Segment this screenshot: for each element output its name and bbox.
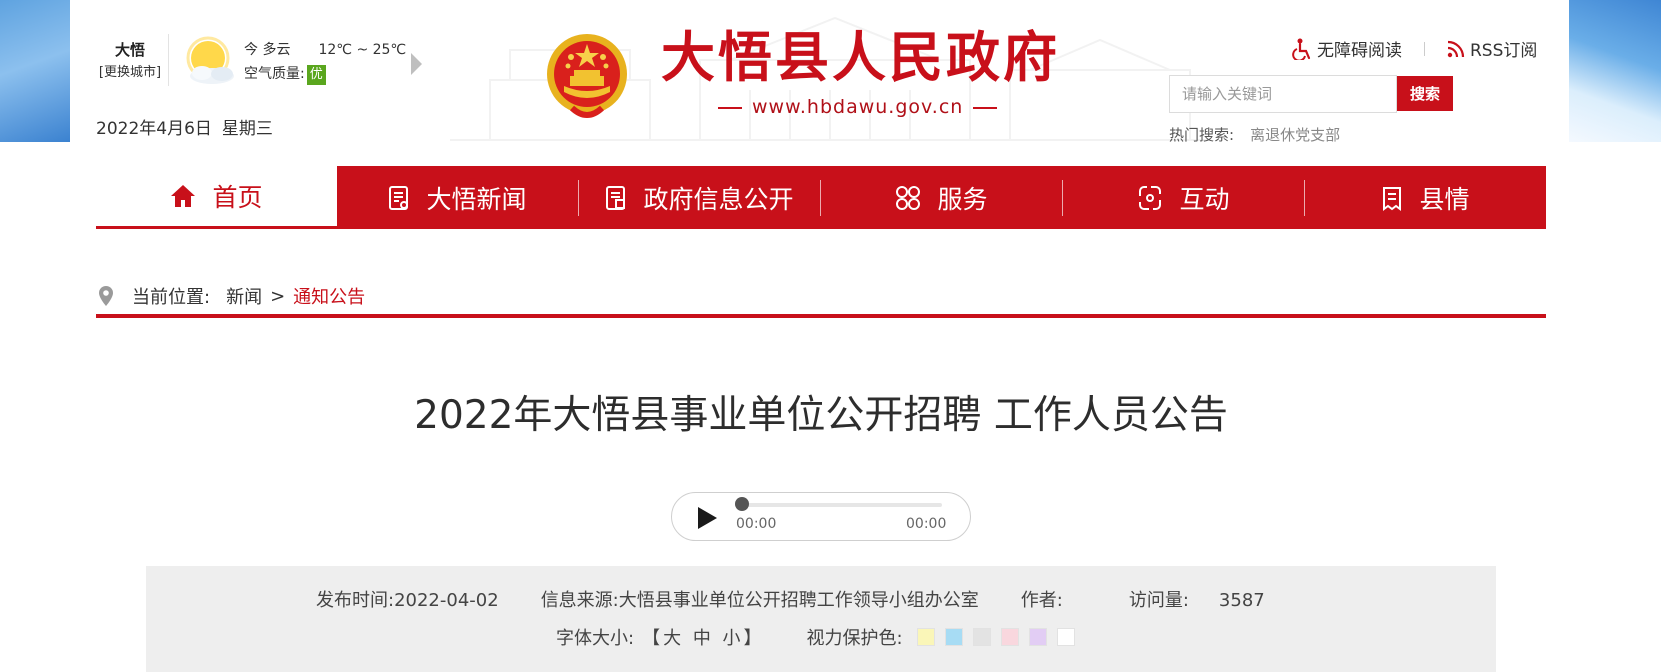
audio-current-time: 00:00 [736,516,777,532]
temperature-range: 12℃ ~ 25℃ [318,42,407,58]
author-label: 作者: [1020,590,1063,611]
eye-care-swatch-purple[interactable] [1028,628,1047,646]
site-title: 大悟县人民政府 [661,25,1060,89]
accessibility-label: 无障碍阅读 [1317,41,1402,61]
source-value: 大悟县事业单位公开招聘工作领导小组办公室 [618,590,979,611]
font-size-options: 【大 中 小】 [642,624,764,650]
search-button[interactable]: 搜索 [1397,76,1453,111]
nav-item-service[interactable]: 服务 [821,166,1062,229]
nav-item-home[interactable]: 首页 [96,166,337,229]
air-quality-label: 空气质量: [244,66,305,82]
weather-condition: 今 多云 [244,42,291,58]
meta-info-row: 发布时间:2022-04-02 信息来源:大悟县事业单位公开招聘工作领导小组办公室… [316,586,1265,612]
font-size-large[interactable]: 大 [663,628,684,649]
city-name: 大悟 [114,41,145,59]
top-links-divider [1424,41,1425,56]
font-size-small[interactable]: 小 [723,628,744,649]
article-title: 2022年大悟县事业单位公开招聘 工作人员公告 [414,393,1228,438]
eye-care-swatch-gray[interactable] [972,628,991,646]
rss-label: RSS订阅 [1470,41,1538,61]
breadcrumb-label: 当前位置: [132,287,211,308]
weekday-text: 星期三 [221,119,273,139]
views-label: 访问量: [1128,590,1189,611]
play-icon[interactable] [696,506,718,530]
audio-player: 00:00 00:00 [671,492,971,541]
site-header: 大悟 [更换城市] 今 多云 12℃ ~ 25℃ 空气质量: 优 2022年4月6日… [70,0,1569,142]
air-quality-badge: 优 [306,65,326,85]
hot-search-item[interactable]: 离退休党支部 [1250,126,1340,144]
nav-label-interaction: 互动 [1179,184,1230,214]
county-info-icon [1383,186,1402,211]
nav-label-home: 首页 [212,183,263,212]
interaction-icon [1139,185,1162,210]
audio-progress-track[interactable] [742,503,942,507]
nav-label-service: 服务 [937,184,988,214]
breadcrumb: 当前位置: 新闻 > 通知公告 [96,280,1546,318]
views-count: 3587 [1218,590,1265,611]
nav-item-interaction[interactable]: 互动 [1063,166,1304,229]
font-size-bracket-close: 】 [743,628,765,649]
font-size-medium[interactable]: 中 [693,628,714,649]
eye-care-label: 视力保护色: [806,628,903,649]
nav-item-county-info[interactable]: 县情 [1305,166,1546,229]
breadcrumb-separator: > [270,285,286,307]
accessibility-link[interactable]: 无障碍阅读 [1292,36,1402,61]
search-input[interactable] [1170,76,1396,112]
site-url: www.hbdawu.gov.cn [708,96,1007,118]
nav-label-county-info: 县情 [1419,184,1470,214]
date-text: 2022年4月6日 [96,119,212,139]
nav-item-gov-info[interactable]: 政府信息公开 [579,166,820,229]
font-size-bracket-open: 【 [642,628,664,649]
nav-label-gov-info: 政府信息公开 [643,184,794,214]
breadcrumb-item-news[interactable]: 新闻 [226,283,262,309]
source-label: 信息来源: [540,590,619,611]
breadcrumb-item-notice[interactable]: 通知公告 [293,283,365,309]
change-city-link[interactable]: [更换城市] [94,63,166,83]
hot-search: 热门搜索: 离退休党支部 [1169,124,1340,145]
wheelchair-icon [1292,38,1311,60]
audio-progress-knob[interactable] [735,497,749,511]
sky-decoration-right [1569,0,1661,142]
reading-options-row: 字体大小: 【大 中 小】 视力保护色: [556,624,1085,650]
home-icon [171,185,196,207]
city-widget: 大悟 [更换城市] [94,40,166,83]
rss-link[interactable]: RSS订阅 [1447,36,1537,61]
eye-care-swatch-yellow[interactable] [916,628,935,646]
service-grid-icon [896,185,921,210]
rss-icon [1447,40,1465,57]
sky-decoration-left [0,0,70,142]
publish-date: 2022-04-02 [394,590,499,611]
nav-label-news: 大悟新闻 [426,184,527,214]
search-box [1169,75,1397,113]
top-links: 无障碍阅读 RSS订阅 [1292,36,1537,61]
eye-care-swatch-pink[interactable] [1000,628,1019,646]
current-date: 2022年4月6日 星期三 [96,114,273,139]
publish-label: 发布时间: [316,590,395,611]
weather-next-arrow-icon[interactable] [411,53,422,75]
location-pin-icon [99,286,113,306]
partly-cloudy-icon [186,36,234,84]
audio-duration: 00:00 [906,516,947,532]
national-emblem-icon [547,34,627,118]
news-document-icon [389,185,409,210]
font-size-label: 字体大小: [556,628,635,649]
weather-divider [168,34,169,86]
article-meta: 发布时间:2022-04-02 信息来源:大悟县事业单位公开招聘工作领导小组办公室… [146,566,1496,672]
eye-care-swatch-blue[interactable] [944,628,963,646]
main-nav: 首页 大悟新闻 政府信息公开 服务 互动 县情 [96,166,1546,229]
weather-info: 今 多云 12℃ ~ 25℃ 空气质量: 优 [244,38,406,86]
nav-item-news[interactable]: 大悟新闻 [337,166,578,229]
eye-care-swatch-white[interactable] [1056,628,1075,646]
info-document-icon [606,185,626,210]
hot-search-label: 热门搜索: [1169,126,1235,144]
